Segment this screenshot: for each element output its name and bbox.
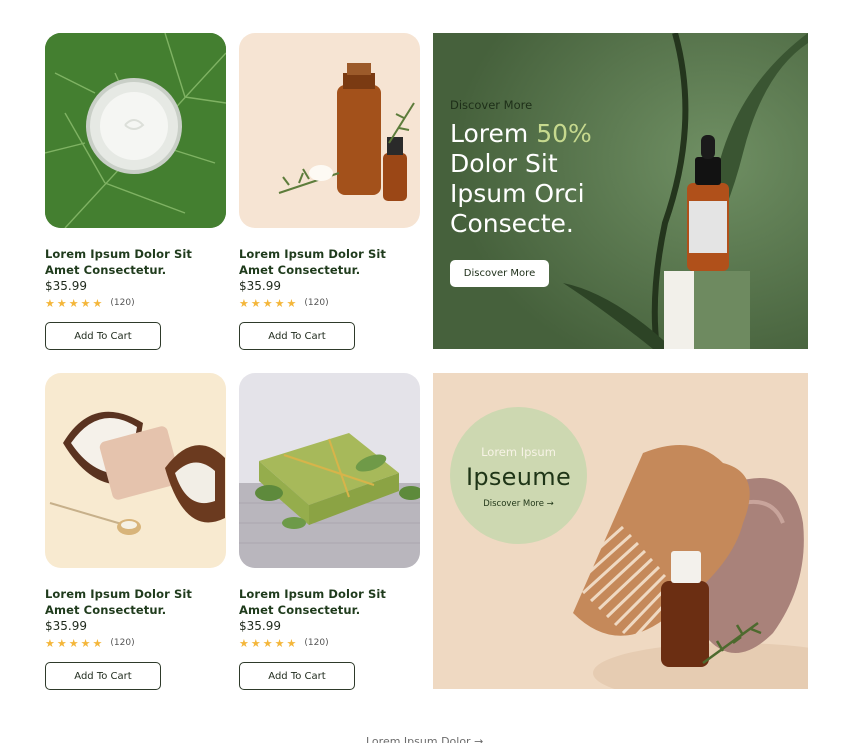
banner-kicker: Discover More bbox=[450, 98, 533, 112]
headline-part1: Lorem bbox=[450, 119, 537, 148]
banner-headline: Lorem 50% Dolor Sit Ipsum Orci Consecte. bbox=[450, 119, 610, 239]
product-image-amber-bottles[interactable] bbox=[239, 33, 420, 228]
star-icon: ★ bbox=[274, 636, 285, 650]
product-rating: ★ ★ ★ ★ ★ (120) bbox=[45, 637, 226, 649]
star-icon: ★ bbox=[274, 296, 285, 310]
product-price: $35.99 bbox=[239, 279, 281, 293]
product-rating: ★ ★ ★ ★ ★ (120) bbox=[239, 637, 420, 649]
circle-title: Ipseume bbox=[465, 463, 572, 491]
rating-count: (120) bbox=[110, 298, 135, 308]
product-image-cream-on-leaf[interactable] bbox=[45, 33, 226, 228]
product-rating: ★ ★ ★ ★ ★ (120) bbox=[239, 297, 420, 309]
product-rating: ★ ★ ★ ★ ★ (120) bbox=[45, 297, 226, 309]
circle-discover-link[interactable]: Discover More → bbox=[483, 499, 554, 509]
headline-discount: 50% bbox=[536, 119, 592, 148]
star-icon: ★ bbox=[45, 636, 55, 650]
product-price: $35.99 bbox=[45, 619, 87, 633]
promo-banner-comb[interactable]: Lorem Ipsum Ipseume Discover More → bbox=[433, 373, 808, 689]
star-icon: ★ bbox=[92, 296, 103, 310]
product-title[interactable]: Lorem Ipsum Dolor Sit Amet Consectetur. bbox=[239, 586, 420, 618]
product-title[interactable]: Lorem Ipsum Dolor Sit Amet Consectetur. bbox=[45, 586, 226, 618]
star-icon: ★ bbox=[250, 296, 261, 310]
star-icon: ★ bbox=[92, 636, 103, 650]
product-card: Lorem Ipsum Dolor Sit Amet Consectetur. … bbox=[45, 373, 226, 690]
star-icon: ★ bbox=[80, 636, 91, 650]
rating-count: (120) bbox=[304, 638, 329, 648]
add-to-cart-button[interactable]: Add To Cart bbox=[239, 662, 355, 690]
product-card: Lorem Ipsum Dolor Sit Amet Consectetur. … bbox=[239, 373, 420, 690]
headline-part2: Dolor Sit Ipsum Orci Consecte. bbox=[450, 149, 585, 238]
product-image-green-soap[interactable] bbox=[239, 373, 420, 568]
star-icon: ★ bbox=[250, 636, 261, 650]
product-image-coconut-soap[interactable] bbox=[45, 373, 226, 568]
view-all-link[interactable]: Lorem Ipsum Dolor → bbox=[366, 735, 483, 743]
star-icon: ★ bbox=[286, 296, 297, 310]
promo-circle: Lorem Ipsum Ipseume Discover More → bbox=[450, 407, 587, 544]
star-icon: ★ bbox=[239, 636, 249, 650]
product-card: Lorem Ipsum Dolor Sit Amet Consectetur. … bbox=[239, 33, 420, 350]
star-icon: ★ bbox=[56, 296, 67, 310]
rating-count: (120) bbox=[110, 638, 135, 648]
star-icon: ★ bbox=[45, 296, 55, 310]
rating-count: (120) bbox=[304, 298, 329, 308]
circle-subtitle: Lorem Ipsum bbox=[481, 445, 556, 459]
star-icon: ★ bbox=[56, 636, 67, 650]
product-card: Lorem Ipsum Dolor Sit Amet Consectetur. … bbox=[45, 33, 226, 350]
discover-more-button[interactable]: Discover More bbox=[450, 260, 549, 287]
add-to-cart-button[interactable]: Add To Cart bbox=[45, 662, 161, 690]
star-icon: ★ bbox=[286, 636, 297, 650]
promo-banner-serum[interactable]: Discover More Lorem 50% Dolor Sit Ipsum … bbox=[433, 33, 808, 349]
product-price: $35.99 bbox=[45, 279, 87, 293]
product-title[interactable]: Lorem Ipsum Dolor Sit Amet Consectetur. bbox=[239, 246, 420, 278]
product-title[interactable]: Lorem Ipsum Dolor Sit Amet Consectetur. bbox=[45, 246, 226, 278]
product-price: $35.99 bbox=[239, 619, 281, 633]
star-icon: ★ bbox=[262, 296, 273, 310]
star-icon: ★ bbox=[68, 296, 79, 310]
star-icon: ★ bbox=[262, 636, 273, 650]
star-icon: ★ bbox=[239, 296, 249, 310]
star-icon: ★ bbox=[68, 636, 79, 650]
add-to-cart-button[interactable]: Add To Cart bbox=[45, 322, 161, 350]
star-icon: ★ bbox=[80, 296, 91, 310]
add-to-cart-button[interactable]: Add To Cart bbox=[239, 322, 355, 350]
